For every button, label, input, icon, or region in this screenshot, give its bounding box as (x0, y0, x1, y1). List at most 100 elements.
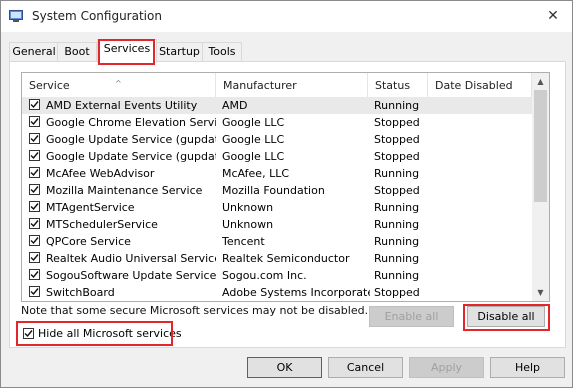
hide-microsoft-services-label: Hide all Microsoft services (38, 327, 182, 340)
status: Running (374, 201, 420, 214)
table-row[interactable]: SogouSoftware Update Service ... Sogou.co… (22, 267, 532, 284)
status: Stopped (374, 133, 420, 146)
service-name: Google Chrome Elevation Service (46, 116, 216, 129)
status: Stopped (374, 184, 420, 197)
checkmark-icon (30, 101, 39, 109)
service-checkbox[interactable] (29, 99, 40, 110)
service-checkbox[interactable] (29, 286, 40, 297)
service-name: SogouSoftware Update Service ... (46, 269, 216, 282)
tab-startup[interactable]: Startup (155, 42, 204, 62)
checkmark-icon (30, 152, 39, 160)
scroll-down-icon[interactable]: ▼ (532, 284, 549, 301)
table-row[interactable]: Google Chrome Elevation Service Google LL… (22, 114, 532, 131)
help-button[interactable]: Help (490, 357, 565, 378)
table-row[interactable]: Mozilla Maintenance Service Mozilla Found… (22, 182, 532, 199)
scrollbar-thumb[interactable] (534, 90, 547, 202)
service-name: Google Update Service (gupdate) (46, 133, 216, 146)
service-name: Google Update Service (gupdatem) (46, 150, 216, 163)
service-checkbox[interactable] (29, 235, 40, 246)
checkmark-icon (30, 169, 39, 177)
enable-all-button[interactable]: Enable all (369, 306, 454, 327)
close-icon[interactable]: ✕ (542, 5, 564, 27)
ok-button[interactable]: OK (247, 357, 322, 378)
service-checkbox[interactable] (29, 167, 40, 178)
tab-services[interactable]: Services (97, 39, 157, 63)
tab-tools[interactable]: Tools (202, 42, 242, 62)
column-header-service-label: Service (29, 79, 70, 92)
manufacturer: Google LLC (222, 150, 285, 163)
service-checkbox[interactable] (29, 133, 40, 144)
secure-services-note: Note that some secure Microsoft services… (21, 304, 369, 317)
checkmark-icon (30, 203, 39, 211)
table-row[interactable]: QPCore Service Tencent Running (22, 233, 532, 250)
table-row[interactable]: Google Update Service (gupdate) Google LL… (22, 131, 532, 148)
status: Stopped (374, 150, 420, 163)
manufacturer: Adobe Systems Incorporated (222, 286, 370, 299)
service-checkbox[interactable] (29, 116, 40, 127)
table-row[interactable]: SwitchBoard Adobe Systems Incorporated Sto… (22, 284, 532, 301)
status: Running (374, 235, 420, 248)
cancel-button[interactable]: Cancel (328, 357, 403, 378)
manufacturer: AMD (222, 99, 248, 112)
checkmark-icon (30, 118, 39, 126)
service-name: Mozilla Maintenance Service (46, 184, 203, 197)
apply-button[interactable]: Apply (409, 357, 484, 378)
manufacturer: Google LLC (222, 116, 285, 129)
service-checkbox[interactable] (29, 184, 40, 195)
service-name: SwitchBoard (46, 286, 115, 299)
table-row[interactable]: MTAgentService Unknown Running (22, 199, 532, 216)
sort-ascending-icon: ^ (115, 79, 122, 88)
app-icon (9, 10, 23, 22)
checkmark-icon (30, 271, 39, 279)
status: Running (374, 252, 420, 265)
status: Running (374, 167, 420, 180)
service-checkbox[interactable] (29, 218, 40, 229)
table-row[interactable]: Google Update Service (gupdatem) Google L… (22, 148, 532, 165)
column-header-service[interactable]: ^ Service (22, 73, 216, 97)
tab-boot-label: Boot (64, 45, 90, 58)
table-row[interactable]: McAfee WebAdvisor McAfee, LLC Running (22, 165, 532, 182)
status: Running (374, 269, 420, 282)
service-name: AMD External Events Utility (46, 99, 198, 112)
column-header-date-disabled[interactable]: Date Disabled (428, 73, 532, 97)
service-name: McAfee WebAdvisor (46, 167, 155, 180)
tab-services-label: Services (103, 42, 151, 55)
tab-general[interactable]: General (9, 42, 59, 62)
status: Running (374, 218, 420, 231)
service-name: QPCore Service (46, 235, 131, 248)
service-checkbox[interactable] (29, 269, 40, 280)
status: Stopped (374, 286, 420, 299)
manufacturer: Mozilla Foundation (222, 184, 325, 197)
table-row[interactable]: Realtek Audio Universal Service Realtek S… (22, 250, 532, 267)
hide-microsoft-services-check[interactable] (23, 328, 34, 339)
tab-boot[interactable]: Boot (57, 42, 97, 62)
table-row[interactable]: MTSchedulerService Unknown Running (22, 216, 532, 233)
manufacturer: Unknown (222, 201, 274, 214)
tab-tools-label: Tools (208, 45, 236, 58)
tab-startup-label: Startup (159, 45, 200, 58)
manufacturer: Sogou.com Inc. (222, 269, 307, 282)
column-header-status-label: Status (375, 79, 411, 92)
system-configuration-window: System Configuration ✕ General Boot Serv… (0, 0, 573, 388)
column-header-status[interactable]: Status (368, 73, 428, 97)
service-checkbox[interactable] (29, 150, 40, 161)
checkmark-icon (30, 220, 39, 228)
manufacturer: Unknown (222, 218, 274, 231)
service-checkbox[interactable] (29, 252, 40, 263)
service-checkbox[interactable] (29, 201, 40, 212)
table-row[interactable]: AMD External Events Utility AMD Running (22, 97, 532, 114)
column-header-date-disabled-label: Date Disabled (435, 79, 513, 92)
column-header-manufacturer[interactable]: Manufacturer (216, 73, 368, 97)
checkmark-icon (30, 254, 39, 262)
checkmark-icon (30, 186, 39, 194)
manufacturer: Google LLC (222, 133, 285, 146)
column-header-manufacturer-label: Manufacturer (223, 79, 297, 92)
vertical-scrollbar[interactable]: ▲ ▼ (532, 73, 549, 301)
checkmark-icon (30, 288, 39, 296)
title-bar: System Configuration ✕ (1, 1, 572, 32)
services-list[interactable]: ^ Service Manufacturer Status Date Disab… (21, 72, 550, 302)
scroll-up-icon[interactable]: ▲ (532, 73, 549, 90)
disable-all-button[interactable]: Disable all (467, 306, 545, 327)
manufacturer: Tencent (222, 235, 265, 248)
service-name: Realtek Audio Universal Service (46, 252, 216, 265)
